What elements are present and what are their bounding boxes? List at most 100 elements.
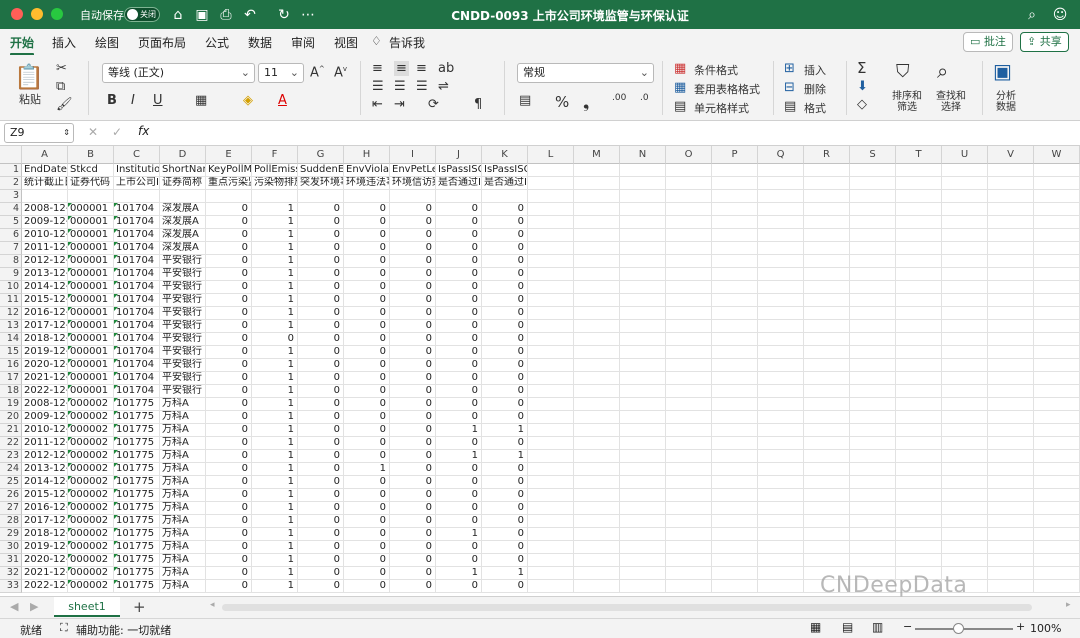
column-header[interactable]: U [942,146,988,164]
cell[interactable] [988,463,1034,476]
cell[interactable] [620,255,666,268]
cell[interactable]: 统计截止日期 [22,177,68,190]
cell[interactable] [804,398,850,411]
cell[interactable] [942,229,988,242]
cell[interactable] [850,489,896,502]
cell[interactable]: 1 [252,294,298,307]
tab-view[interactable]: 视图 [334,34,358,51]
cell[interactable] [1034,242,1080,255]
cell[interactable] [574,255,620,268]
cell[interactable] [896,164,942,177]
cell[interactable]: 深发展A [160,203,206,216]
cell[interactable] [1034,372,1080,385]
cell[interactable]: 0 [482,268,528,281]
cell[interactable] [528,177,574,190]
analyze-data-icon[interactable]: ▣ [993,59,1012,83]
cell[interactable]: 2010-12-31 [22,424,68,437]
cell[interactable] [1034,346,1080,359]
cell[interactable] [850,164,896,177]
row-header[interactable]: 11 [0,294,22,307]
cell[interactable]: 万科A [160,554,206,567]
cell[interactable] [804,476,850,489]
cell[interactable] [758,528,804,541]
format-painter-icon[interactable]: 🖌 [56,97,73,112]
cell[interactable]: 0 [344,528,390,541]
cell[interactable]: 000001 [68,242,114,255]
font-color-icon[interactable]: A [278,93,287,108]
cell[interactable]: 0 [482,437,528,450]
cell[interactable] [758,190,804,203]
cell[interactable]: 0 [436,554,482,567]
cell[interactable]: 0 [390,320,436,333]
cell[interactable] [758,437,804,450]
cell[interactable] [942,424,988,437]
cell[interactable] [528,411,574,424]
cell[interactable]: 2012-12-31 [22,450,68,463]
cell[interactable]: 0 [390,398,436,411]
cell[interactable]: 0 [390,515,436,528]
cell[interactable] [620,476,666,489]
cell[interactable] [620,424,666,437]
cell[interactable] [804,437,850,450]
cell[interactable] [528,333,574,346]
autosum-icon[interactable]: Σ [857,59,866,77]
cell[interactable] [988,320,1034,333]
cell[interactable] [528,437,574,450]
row-header[interactable]: 23 [0,450,22,463]
cell[interactable] [758,411,804,424]
cell[interactable] [620,242,666,255]
cell[interactable] [942,411,988,424]
row-header[interactable]: 13 [0,320,22,333]
page-break-view-icon[interactable]: ▥ [872,620,883,634]
cell[interactable] [758,346,804,359]
cell[interactable] [1034,385,1080,398]
cell[interactable] [942,554,988,567]
cell[interactable]: 0 [206,502,252,515]
cell[interactable]: 0 [482,502,528,515]
cell[interactable] [896,541,942,554]
cell[interactable]: 0 [206,567,252,580]
cell[interactable]: 0 [298,229,344,242]
normal-view-icon[interactable]: ▦ [810,620,821,634]
cell[interactable]: 重点污染监控 [206,177,252,190]
cell[interactable] [1034,255,1080,268]
column-header[interactable]: T [896,146,942,164]
tab-home[interactable]: 开始 [10,34,35,56]
cell[interactable] [804,502,850,515]
cell[interactable]: 0 [436,437,482,450]
cell[interactable]: 0 [436,203,482,216]
find-select-button[interactable]: 查找和 选择 [936,91,966,113]
cell[interactable]: 0 [344,567,390,580]
cell[interactable] [942,476,988,489]
cell[interactable]: 1 [252,255,298,268]
align-left-icon[interactable]: ☰ [372,79,384,94]
cell[interactable]: 0 [206,515,252,528]
cell[interactable] [528,463,574,476]
cell[interactable]: 000001 [68,385,114,398]
cell[interactable] [528,515,574,528]
cell[interactable] [988,294,1034,307]
cell[interactable] [574,437,620,450]
cell[interactable] [620,268,666,281]
cell[interactable] [758,216,804,229]
cell[interactable]: 0 [482,203,528,216]
cell[interactable]: 2020-12-31 [22,554,68,567]
cell[interactable] [1034,268,1080,281]
rotate-text-icon[interactable]: ⟳ [428,97,439,112]
cell[interactable] [528,359,574,372]
row-header[interactable]: 15 [0,346,22,359]
cell[interactable]: 0 [206,385,252,398]
cell[interactable]: 1 [252,398,298,411]
cell[interactable] [804,424,850,437]
cell[interactable]: 1 [252,476,298,489]
column-header[interactable]: N [620,146,666,164]
cell[interactable]: 1 [252,307,298,320]
cell[interactable] [666,203,712,216]
cell[interactable]: 平安银行 [160,320,206,333]
cell[interactable]: 0 [206,346,252,359]
cell[interactable] [666,528,712,541]
cell[interactable] [666,580,712,593]
scroll-right-icon[interactable]: ▸ [1066,600,1071,610]
cell[interactable]: 环境违法事件 [344,177,390,190]
cell[interactable]: 0 [206,229,252,242]
